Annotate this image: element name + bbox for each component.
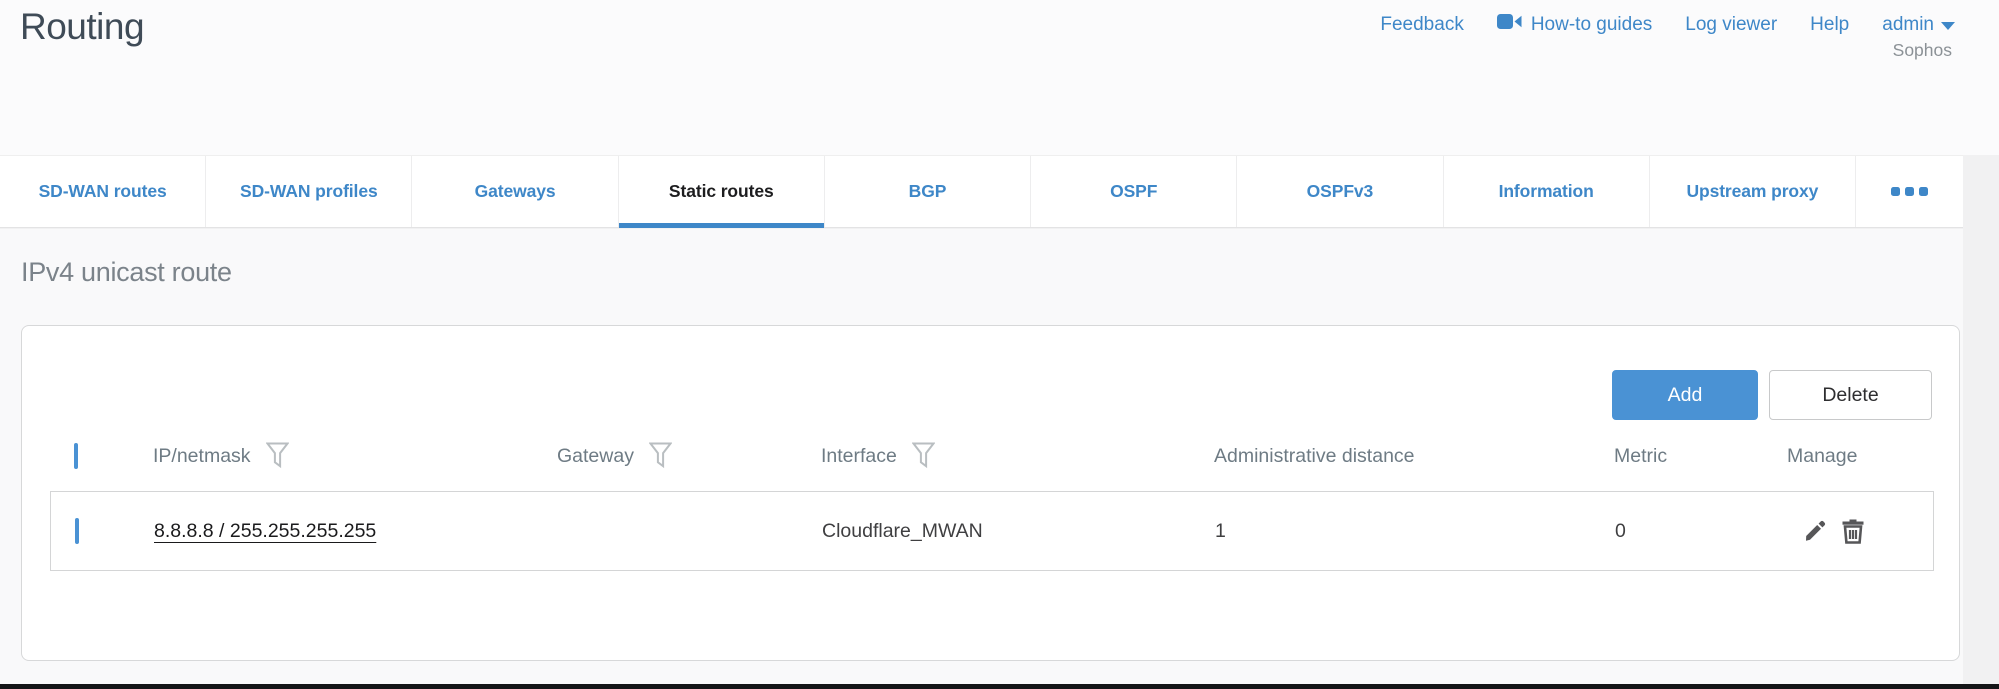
help-link[interactable]: Help bbox=[1810, 14, 1849, 36]
page-header: Routing Feedback How-to guides Log viewe… bbox=[0, 0, 1999, 155]
howto-guides-link[interactable]: How-to guides bbox=[1497, 13, 1652, 36]
table-toolbar: Add Delete bbox=[1612, 370, 1932, 420]
log-viewer-link[interactable]: Log viewer bbox=[1685, 14, 1777, 36]
chevron-down-icon bbox=[1941, 22, 1955, 30]
window-bottom-edge bbox=[0, 684, 1999, 689]
tab-sdwan-routes[interactable]: SD-WAN routes bbox=[0, 156, 205, 227]
table-row: 8.8.8.8 / 255.255.255.255 Cloudflare_MWA… bbox=[50, 491, 1934, 571]
row-admin-distance-value: 1 bbox=[1215, 520, 1615, 543]
tab-information[interactable]: Information bbox=[1443, 156, 1649, 227]
select-all-checkbox[interactable] bbox=[74, 443, 78, 469]
tab-bgp[interactable]: BGP bbox=[824, 156, 1030, 227]
trash-icon bbox=[1839, 534, 1867, 549]
top-nav: Feedback How-to guides Log viewer Help a… bbox=[1380, 13, 1955, 36]
more-dots-icon bbox=[1905, 187, 1914, 196]
route-ip-link[interactable]: 8.8.8.8 / 255.255.255.255 bbox=[154, 520, 376, 542]
col-interface: Interface bbox=[821, 445, 897, 468]
funnel-filter-icon[interactable] bbox=[912, 442, 935, 475]
feedback-link[interactable]: Feedback bbox=[1380, 14, 1463, 36]
delete-button[interactable]: Delete bbox=[1769, 370, 1932, 420]
table-header: IP/netmask Gateway Interface Administrat… bbox=[50, 431, 1934, 481]
row-interface-value: Cloudflare_MWAN bbox=[822, 520, 1215, 543]
col-ip-netmask: IP/netmask bbox=[153, 445, 251, 468]
funnel-filter-icon[interactable] bbox=[649, 442, 672, 475]
col-gateway: Gateway bbox=[557, 445, 634, 468]
col-manage: Manage bbox=[1787, 445, 1857, 468]
section-heading: IPv4 unicast route bbox=[21, 257, 232, 288]
ipv4-route-panel: Add Delete IP/netmask Gateway Interface … bbox=[21, 325, 1960, 661]
page-title: Routing bbox=[20, 6, 144, 48]
more-dots-icon bbox=[1891, 187, 1900, 196]
trash-icon-button[interactable] bbox=[1839, 516, 1867, 546]
tab-gateways[interactable]: Gateways bbox=[411, 156, 617, 227]
tab-ospf[interactable]: OSPF bbox=[1030, 156, 1236, 227]
howto-guides-label: How-to guides bbox=[1531, 14, 1652, 36]
row-checkbox[interactable] bbox=[75, 518, 79, 544]
col-metric: Metric bbox=[1614, 445, 1667, 468]
more-dots-icon bbox=[1919, 187, 1928, 196]
video-camera-icon bbox=[1497, 13, 1522, 36]
org-label: Sophos bbox=[1893, 40, 1952, 61]
tab-overflow-menu[interactable] bbox=[1855, 156, 1963, 227]
tab-bar: SD-WAN routes SD-WAN profiles Gateways S… bbox=[0, 155, 1963, 228]
tab-static-routes[interactable]: Static routes bbox=[618, 156, 824, 227]
col-admin-distance: Administrative distance bbox=[1214, 445, 1415, 468]
funnel-filter-icon[interactable] bbox=[266, 442, 289, 475]
add-button[interactable]: Add bbox=[1612, 370, 1758, 420]
tab-ospfv3[interactable]: OSPFv3 bbox=[1236, 156, 1442, 227]
tab-sdwan-profiles[interactable]: SD-WAN profiles bbox=[205, 156, 411, 227]
admin-menu-label: admin bbox=[1882, 14, 1934, 36]
tab-upstream-proxy[interactable]: Upstream proxy bbox=[1649, 156, 1855, 227]
pencil-icon bbox=[1800, 534, 1830, 549]
edit-route-button[interactable] bbox=[1800, 516, 1830, 546]
row-metric-value: 0 bbox=[1615, 520, 1788, 543]
admin-menu[interactable]: admin bbox=[1882, 14, 1955, 36]
